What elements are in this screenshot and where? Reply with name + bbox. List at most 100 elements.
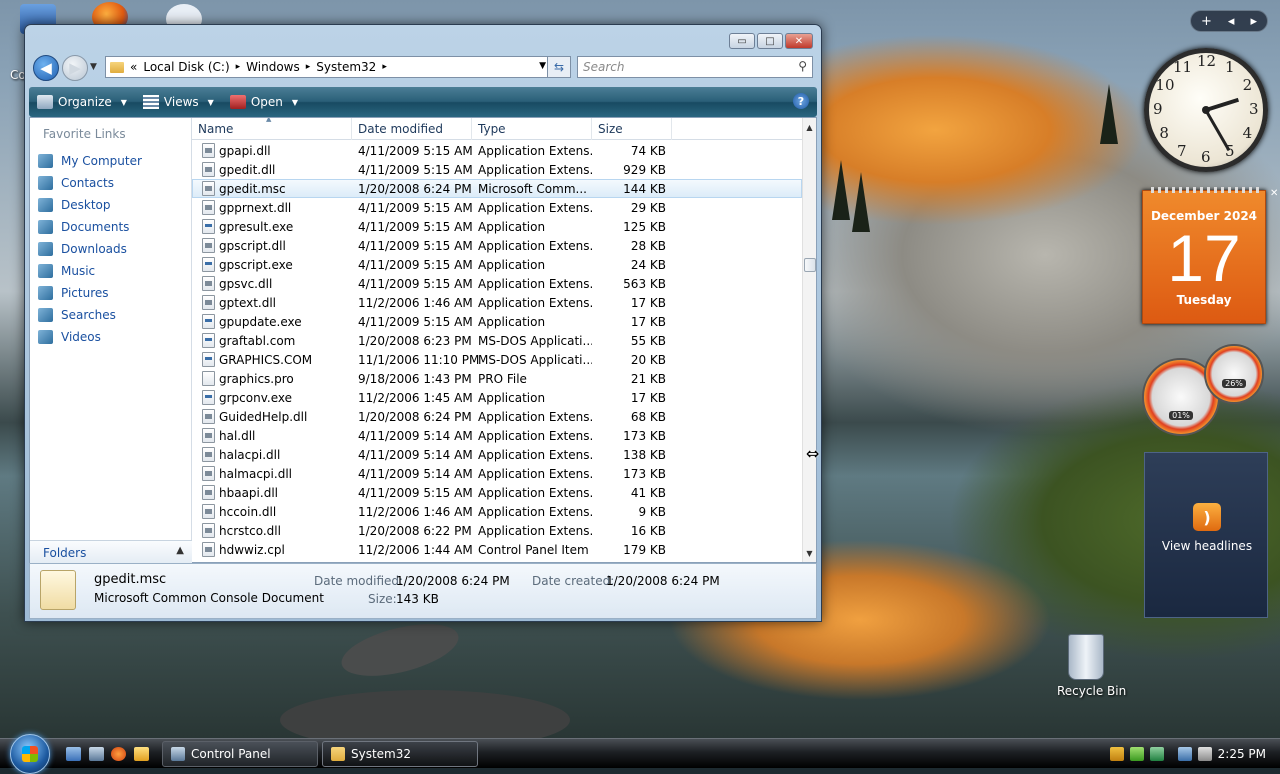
system-clock[interactable]: 2:25 PM <box>1218 747 1266 761</box>
column-header-size[interactable]: Size <box>592 118 672 140</box>
file-row[interactable]: gpsvc.dll 4/11/2009 5:15 AM Application Ex… <box>192 274 802 293</box>
address-separator[interactable]: ▸ <box>236 62 241 72</box>
nav-item-desktop[interactable]: Desktop <box>38 194 142 216</box>
volume-icon[interactable] <box>1198 747 1212 761</box>
file-row[interactable]: gpprnext.dll 4/11/2009 5:15 AM Application… <box>192 198 802 217</box>
file-row[interactable]: graftabl.com 1/20/2008 6:23 PM MS-DOS Appl… <box>192 331 802 350</box>
column-header-name[interactable]: ▲ Name <box>192 118 352 140</box>
file-row[interactable]: gpedit.msc 1/20/2008 6:24 PM Microsoft Com… <box>192 179 802 198</box>
start-button[interactable] <box>10 734 50 774</box>
file-type-cell: Application <box>478 314 546 329</box>
file-row[interactable]: gpresult.exe 4/11/2009 5:15 AM Application… <box>192 217 802 236</box>
file-row[interactable]: gpapi.dll 4/11/2009 5:15 AM Application Ex… <box>192 141 802 160</box>
file-row[interactable]: GuidedHelp.dll 1/20/2008 6:24 PM Applicati… <box>192 407 802 426</box>
address-dropdown-icon[interactable]: ▼ <box>539 61 546 71</box>
wallpaper-rock <box>336 614 464 686</box>
gadget-close-icon[interactable]: ✕ <box>1270 188 1278 199</box>
nav-item-searches[interactable]: Searches <box>38 304 142 326</box>
file-row[interactable]: grpconv.exe 11/2/2006 1:45 AM Application 1… <box>192 388 802 407</box>
vertical-scrollbar[interactable]: ▲ ▼ <box>802 118 816 562</box>
recycle-bin-label[interactable]: Recycle Bin <box>1057 684 1126 698</box>
scroll-down-icon[interactable]: ▼ <box>803 546 816 560</box>
file-row[interactable]: halacpi.dll 4/11/2009 5:14 AM Application … <box>192 445 802 464</box>
search-icon[interactable]: ⚲ <box>798 59 807 73</box>
refresh-button[interactable]: ⇆ <box>547 56 571 78</box>
feed-headlines-gadget[interactable]: ) View headlines <box>1144 452 1268 618</box>
minimize-button[interactable]: ▭ <box>729 33 755 49</box>
open-button[interactable]: Open ▼ <box>222 95 306 109</box>
close-button[interactable]: ✕ <box>785 33 813 49</box>
wallpaper-tree <box>832 160 850 220</box>
nav-item-documents[interactable]: Documents <box>38 216 142 238</box>
tray-app-icon[interactable] <box>1150 747 1164 761</box>
file-row[interactable]: hcrstco.dll 1/20/2008 6:22 PM Application … <box>192 521 802 540</box>
file-size-cell: 74 KB <box>630 143 666 158</box>
views-button[interactable]: Views ▼ <box>135 95 222 109</box>
update-icon[interactable] <box>1130 747 1144 761</box>
file-row[interactable]: GRAPHICS.COM 11/1/2006 11:10 PM MS-DOS App… <box>192 350 802 369</box>
file-row[interactable]: hal.dll 4/11/2009 5:14 AM Application Exte… <box>192 426 802 445</box>
help-button[interactable]: ? <box>793 93 809 109</box>
nav-item-videos[interactable]: Videos <box>38 326 142 348</box>
file-name: halacpi.dll <box>219 447 281 462</box>
forward-button[interactable]: ▶ <box>62 55 88 81</box>
taskbar-button-control-panel[interactable]: Control Panel <box>162 741 318 767</box>
taskbar-button-system32[interactable]: System32 <box>322 741 478 767</box>
address-separator[interactable]: ▸ <box>382 62 387 72</box>
address-chevron[interactable]: « <box>130 60 137 74</box>
file-row[interactable]: gpedit.dll 4/11/2009 5:15 AM Application E… <box>192 160 802 179</box>
next-gadget-button[interactable]: ▸ <box>1250 14 1257 29</box>
file-name-cell: hcrstco.dll <box>192 523 352 538</box>
media-player-icon[interactable] <box>134 747 149 761</box>
size-label: Size: <box>368 592 397 606</box>
file-size-cell: 16 KB <box>630 523 666 538</box>
calendar-gadget[interactable]: December 2024 17 Tuesday <box>1142 187 1266 324</box>
folders-toggle[interactable]: Folders ▲ <box>30 540 192 564</box>
file-row[interactable]: gpupdate.exe 4/11/2009 5:15 AM Application… <box>192 312 802 331</box>
firefox-quicklaunch-icon[interactable] <box>111 747 126 761</box>
recycle-bin-icon[interactable] <box>1068 634 1104 680</box>
previous-gadget-button[interactable]: ◂ <box>1228 14 1235 29</box>
nav-item-downloads[interactable]: Downloads <box>38 238 142 260</box>
network-icon[interactable] <box>1178 747 1192 761</box>
file-row[interactable]: gptext.dll 11/2/2006 1:46 AM Application E… <box>192 293 802 312</box>
file-name-cell: gpsvc.dll <box>192 276 352 291</box>
back-button[interactable]: ◀ <box>33 55 59 81</box>
scroll-up-icon[interactable]: ▲ <box>803 120 816 134</box>
file-row[interactable]: hdwwiz.cpl 11/2/2006 1:44 AM Control Panel… <box>192 540 802 559</box>
security-shield-icon[interactable] <box>1110 747 1124 761</box>
file-row[interactable]: gpscript.dll 4/11/2009 5:15 AM Application… <box>192 236 802 255</box>
file-row[interactable]: graphics.pro 9/18/2006 1:43 PM PRO File 21 … <box>192 369 802 388</box>
file-row[interactable]: halmacpi.dll 4/11/2009 5:14 AM Application… <box>192 464 802 483</box>
nav-item-pictures[interactable]: Pictures <box>38 282 142 304</box>
switch-windows-icon[interactable] <box>89 747 104 761</box>
scrollbar-thumb[interactable] <box>804 258 816 272</box>
clock-numeral: 12 <box>1197 52 1217 70</box>
nav-item-my-computer[interactable]: My Computer <box>38 150 142 172</box>
file-row[interactable]: hbaapi.dll 4/11/2009 5:15 AM Application E… <box>192 483 802 502</box>
file-name: hbaapi.dll <box>219 485 278 500</box>
clock-gadget[interactable]: 12 1 2 3 4 5 6 7 8 9 10 11 <box>1144 48 1268 172</box>
address-separator[interactable]: ▸ <box>306 62 311 72</box>
maximize-button[interactable]: □ <box>757 33 783 49</box>
column-header-type[interactable]: Type <box>472 118 592 140</box>
address-segment-local-disk[interactable]: Local Disk (C:) <box>143 60 229 74</box>
file-row[interactable]: gpscript.exe 4/11/2009 5:15 AM Application… <box>192 255 802 274</box>
address-bar[interactable]: « Local Disk (C:) ▸ Windows ▸ System32 ▸… <box>105 56 551 78</box>
search-input[interactable]: Search ⚲ <box>577 56 813 78</box>
file-type-cell: Application Extens... <box>478 504 592 519</box>
recent-pages-dropdown[interactable]: ▼ <box>90 62 97 72</box>
nav-item-contacts[interactable]: Contacts <box>38 172 142 194</box>
show-desktop-icon[interactable] <box>66 747 81 761</box>
address-segment-system32[interactable]: System32 <box>316 60 376 74</box>
memory-meter-gauge[interactable]: 26% <box>1204 344 1264 404</box>
add-gadget-button[interactable]: + <box>1201 14 1212 29</box>
nav-item-music[interactable]: Music <box>38 260 142 282</box>
file-row[interactable]: hccoin.dll 11/2/2006 1:46 AM Application E… <box>192 502 802 521</box>
column-header-date-modified[interactable]: Date modified <box>352 118 472 140</box>
clock-numeral: 1 <box>1225 58 1235 77</box>
file-size-cell: 21 KB <box>630 371 666 386</box>
date-created-label: Date created: <box>532 574 615 588</box>
organize-button[interactable]: Organize ▼ <box>29 95 135 109</box>
address-segment-windows[interactable]: Windows <box>246 60 300 74</box>
